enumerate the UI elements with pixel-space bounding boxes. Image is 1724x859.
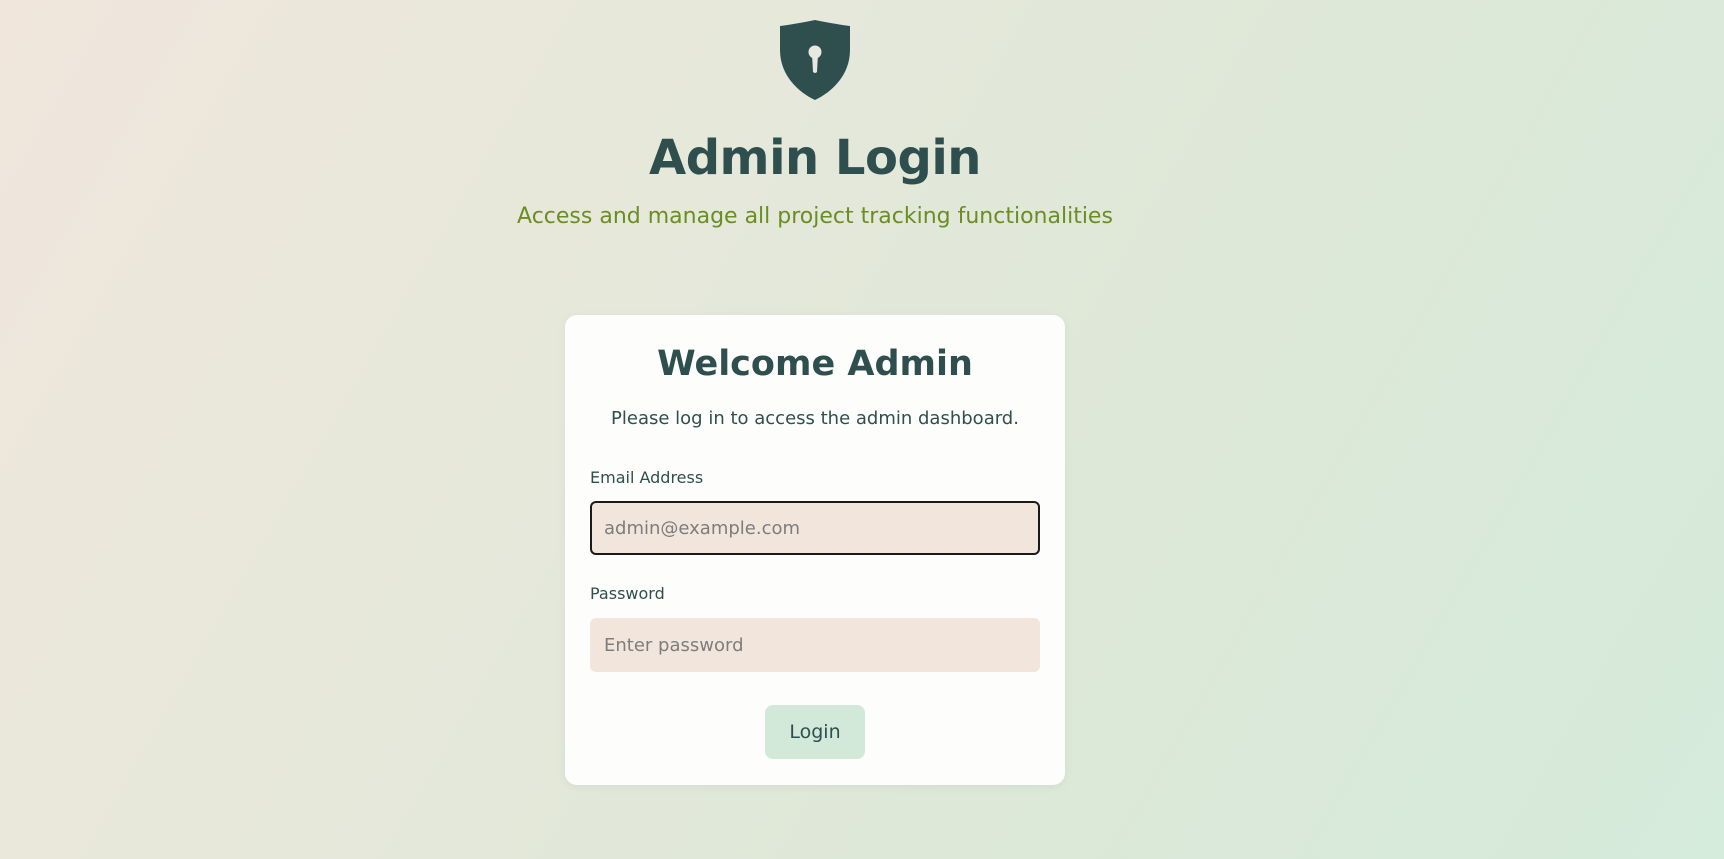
card-title: Welcome Admin [657,344,973,384]
shield-keyhole-icon [780,20,850,100]
password-field[interactable] [590,618,1040,672]
password-label: Password [590,584,665,603]
email-field[interactable] [590,501,1040,555]
card-description: Please log in to access the admin dashbo… [611,408,1019,429]
page-subtitle: Access and manage all project tracking f… [517,204,1113,229]
login-card: Welcome Admin Please log in to access th… [565,315,1065,785]
login-button[interactable]: Login [765,705,865,759]
email-label: Email Address [590,468,704,487]
page-title: Admin Login [649,130,981,186]
